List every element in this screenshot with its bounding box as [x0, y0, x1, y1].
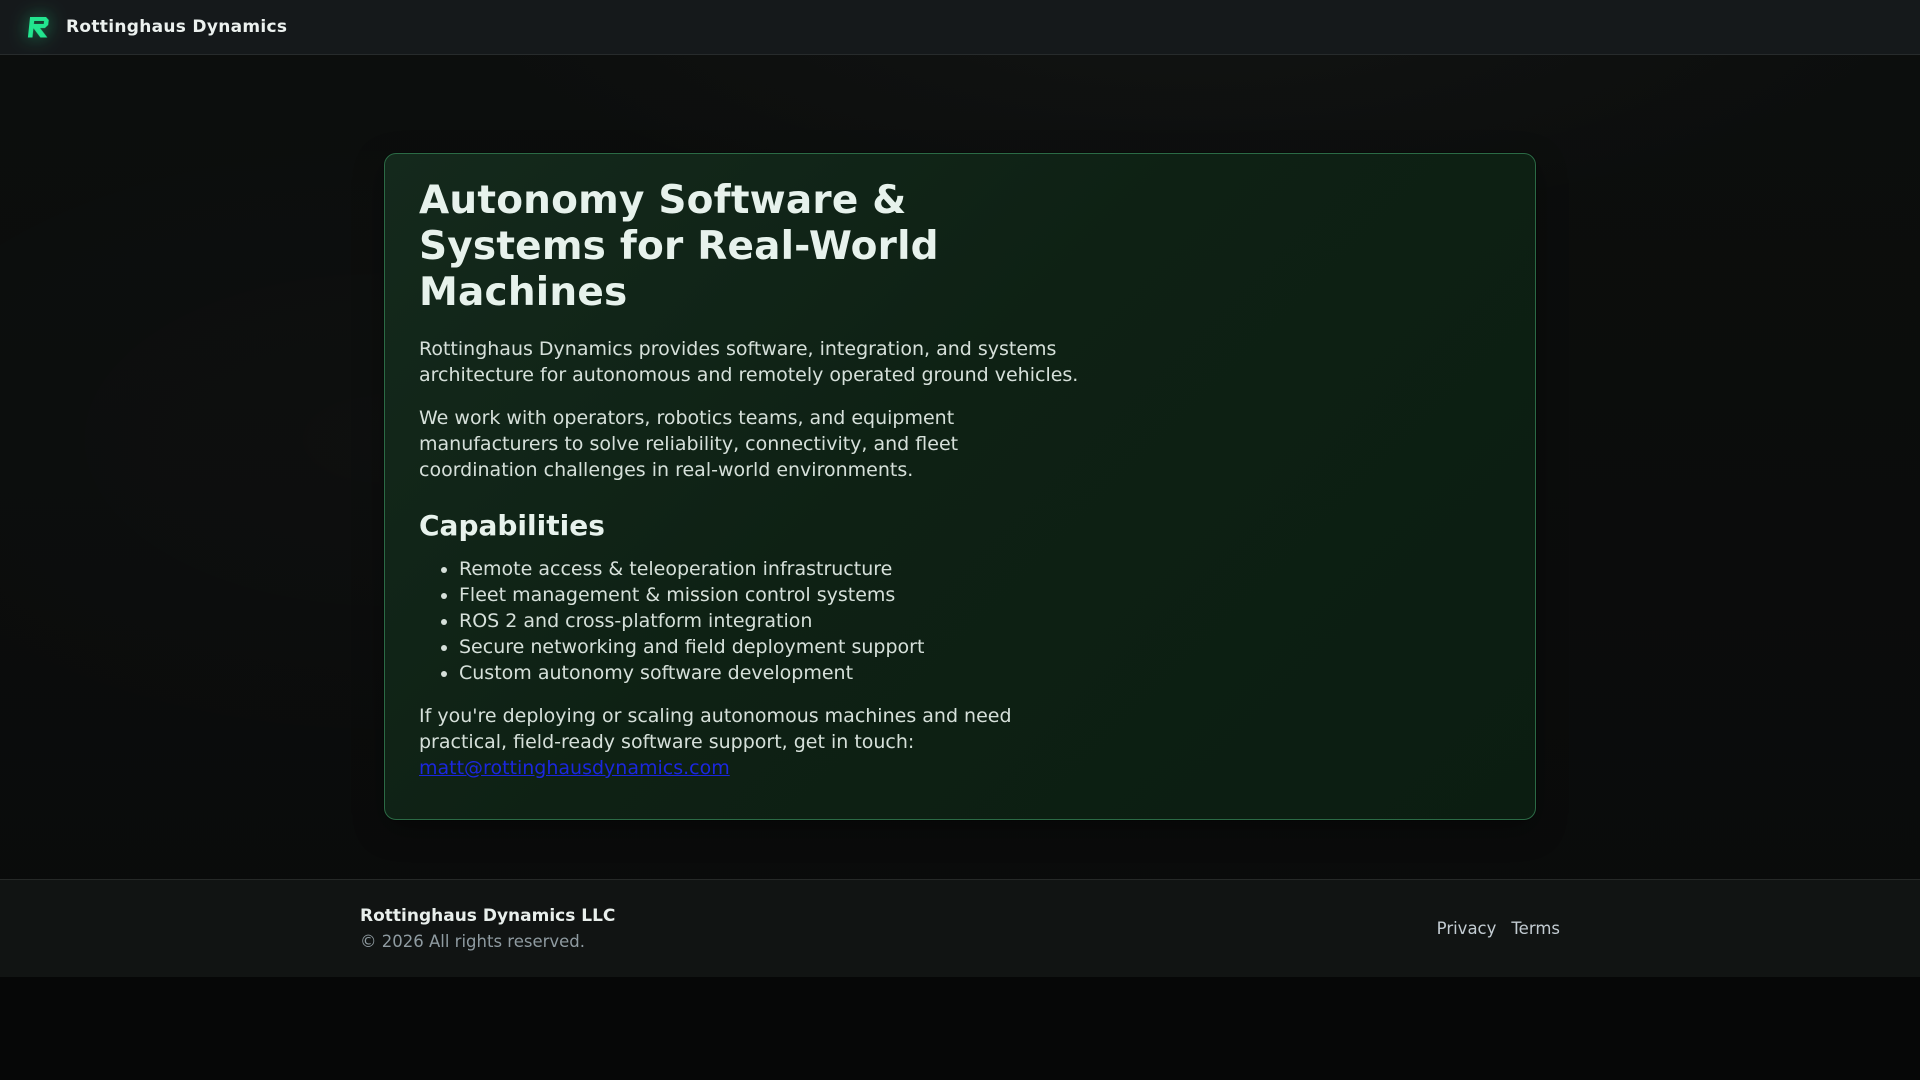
capability-item: Remote access & teleoperation infrastruc…: [459, 556, 1079, 582]
footer-link-privacy[interactable]: Privacy: [1437, 919, 1497, 938]
intro-paragraph: Rottinghaus Dynamics provides software, …: [419, 338, 1079, 386]
capabilities-heading: Capabilities: [419, 509, 605, 542]
body-paragraph: We work with operators, robotics teams, …: [419, 407, 959, 481]
capabilities-list: Remote access & teleoperation infrastruc…: [419, 556, 1079, 686]
hero-title: Autonomy Software & Systems for Real-Wor…: [419, 178, 939, 315]
contact-email-link[interactable]: matt@rottinghausdynamics.com: [419, 757, 730, 779]
main-content: Autonomy Software & Systems for Real-Wor…: [0, 55, 1920, 879]
footer-company-name: Rottinghaus Dynamics LLC: [360, 906, 616, 926]
capability-item: ROS 2 and cross-platform integration: [459, 608, 1079, 634]
hero-card: Autonomy Software & Systems for Real-Wor…: [384, 153, 1536, 820]
hero-body: Rottinghaus Dynamics provides software, …: [419, 336, 1079, 781]
footer-link-terms[interactable]: Terms: [1511, 919, 1560, 938]
below-page-background: [0, 977, 1920, 1080]
capability-item: Custom autonomy software development: [459, 660, 1079, 686]
footer-links: Privacy Terms: [1437, 919, 1560, 938]
page: Rottinghaus Dynamics Autonomy Software &…: [0, 0, 1920, 977]
capability-item: Fleet management & mission control syste…: [459, 582, 1079, 608]
footer-copyright: © 2026 All rights reserved.: [360, 932, 586, 951]
page-footer: Rottinghaus Dynamics LLC © 2026 All righ…: [0, 879, 1920, 977]
brand[interactable]: Rottinghaus Dynamics: [25, 13, 287, 41]
capability-item: Secure networking and field deployment s…: [459, 634, 1079, 660]
contact-text: If you're deploying or scaling autonomou…: [419, 705, 1012, 753]
top-navbar: Rottinghaus Dynamics: [0, 0, 1920, 55]
footer-company-block: Rottinghaus Dynamics LLC © 2026 All righ…: [360, 905, 615, 952]
footer-inner: Rottinghaus Dynamics LLC © 2026 All righ…: [360, 905, 1560, 952]
contact-paragraph: If you're deploying or scaling autonomou…: [419, 703, 1079, 781]
brand-name: Rottinghaus Dynamics: [66, 17, 288, 37]
brand-logo-icon: [25, 13, 51, 41]
